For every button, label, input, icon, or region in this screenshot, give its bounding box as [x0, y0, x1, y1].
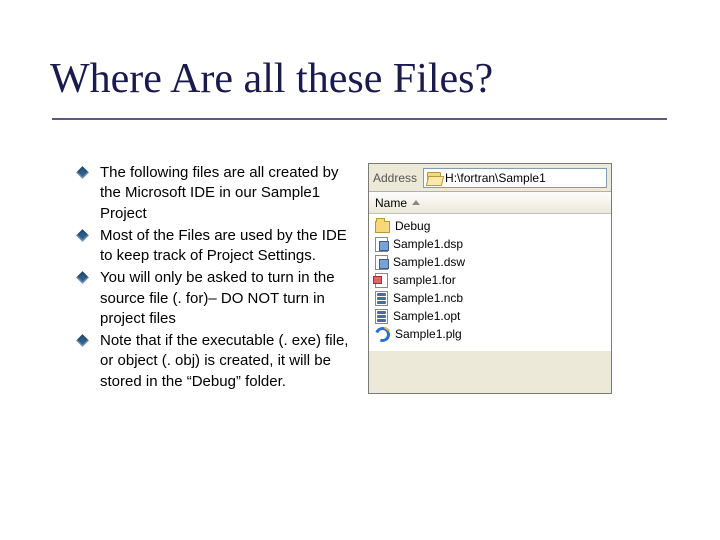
name-column-header[interactable]: Name: [375, 196, 420, 210]
file-name: sample1.for: [393, 273, 456, 287]
title-underline: [52, 118, 667, 120]
bullet-item: The following files are all created by t…: [78, 163, 358, 224]
sort-asc-icon: [412, 200, 420, 205]
file-row[interactable]: Sample1.dsw: [373, 253, 607, 271]
db-icon: [375, 291, 388, 306]
address-path: H:\fortran\Sample1: [445, 171, 546, 185]
file-name: Sample1.dsw: [393, 255, 465, 269]
bullet-item: You will only be asked to turn in the so…: [78, 268, 358, 329]
ie-icon: [375, 327, 390, 342]
name-header-label: Name: [375, 196, 407, 210]
file-row[interactable]: Debug: [373, 217, 607, 235]
file-row[interactable]: Sample1.dsp: [373, 235, 607, 253]
file-name: Sample1.opt: [393, 309, 460, 323]
file-row[interactable]: Sample1.ncb: [373, 289, 607, 307]
file-row[interactable]: sample1.for: [373, 271, 607, 289]
explorer-window: Address H:\fortran\Sample1 Name Debug Sam…: [368, 163, 612, 394]
bullet-item: Note that if the executable (. exe) file…: [78, 331, 358, 392]
bullet-list: The following files are all created by t…: [78, 163, 358, 394]
column-header-row[interactable]: Name: [369, 192, 611, 214]
file-row[interactable]: Sample1.opt: [373, 307, 607, 325]
address-box[interactable]: H:\fortran\Sample1: [423, 168, 607, 188]
address-label: Address: [373, 171, 419, 185]
vs-icon: [375, 255, 388, 270]
file-row[interactable]: Sample1.plg: [373, 325, 607, 343]
file-name: Sample1.plg: [395, 327, 462, 341]
file-name: Sample1.ncb: [393, 291, 463, 305]
src-icon: [375, 273, 388, 288]
folder-open-icon: [427, 172, 441, 184]
folder-icon: [375, 221, 390, 233]
file-name: Debug: [395, 219, 430, 233]
file-name: Sample1.dsp: [393, 237, 463, 251]
vs-icon: [375, 237, 388, 252]
address-bar: Address H:\fortran\Sample1: [369, 164, 611, 192]
file-panel: Name Debug Sample1.dsp Sample1.dsw sample1.…: [369, 192, 611, 351]
slide-title: Where Are all these Files?: [50, 55, 493, 103]
bullet-item: Most of the Files are used by the IDE to…: [78, 226, 358, 267]
file-list: Debug Sample1.dsp Sample1.dsw sample1.for Sa…: [369, 214, 611, 351]
db-icon: [375, 309, 388, 324]
